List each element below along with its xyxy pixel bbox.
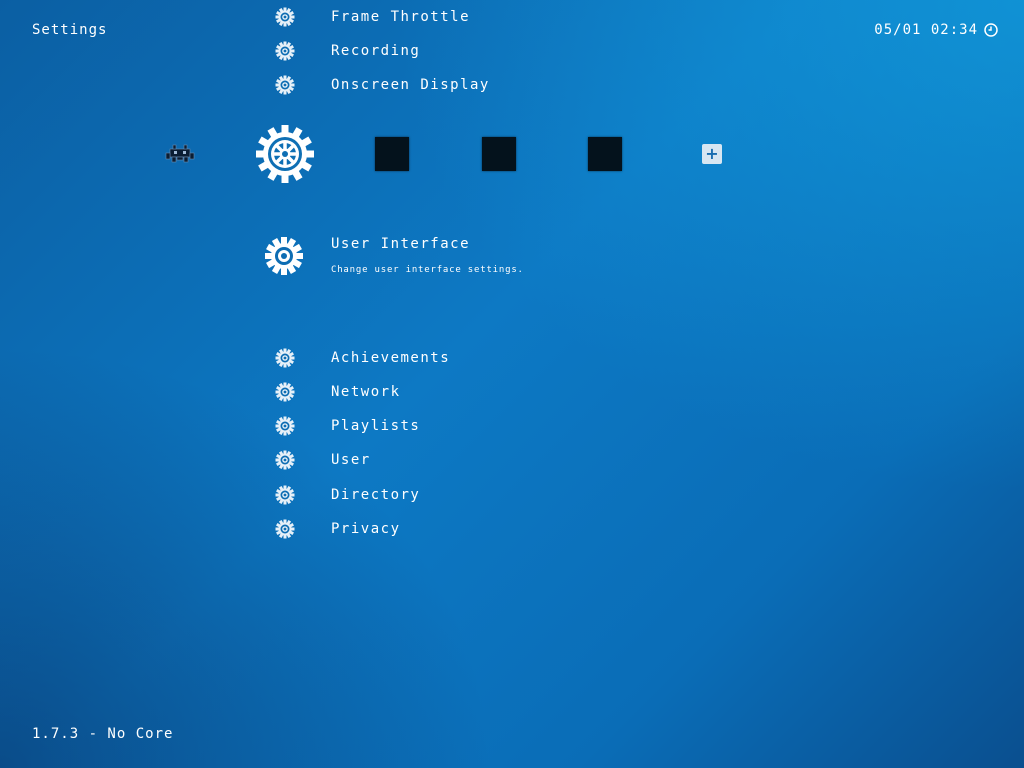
tab-images[interactable] (588, 137, 622, 171)
menu-item-sublabel: Change user interface settings. (331, 265, 524, 275)
menu-item-label: Network (331, 384, 401, 400)
menu-item-recording[interactable]: Recording (268, 37, 768, 65)
menu-item-icon (268, 341, 302, 375)
menu-item-icon (268, 478, 302, 512)
datetime-text: 05/01 02:34 (874, 22, 978, 38)
menu-item-label: Achievements (331, 350, 451, 366)
menu-item-icon (268, 409, 302, 443)
gear-icon (265, 237, 303, 275)
clock: 05/01 02:34 (874, 22, 998, 38)
gear-icon (275, 416, 295, 436)
menu-item-label: User Interface (331, 236, 471, 252)
menu-item-icon (268, 34, 302, 68)
gear-icon (275, 348, 295, 368)
menu-item-privacy[interactable]: Privacy (268, 515, 768, 543)
menu-item-icon (268, 512, 302, 546)
tab-settings[interactable] (255, 124, 315, 188)
version-label: 1.7.3 - No Core (32, 726, 174, 742)
menu-item-achievements[interactable]: Achievements (268, 344, 768, 372)
tab-history[interactable] (375, 137, 409, 171)
gear-icon (275, 519, 295, 539)
gear-icon (256, 125, 314, 183)
gear-icon (275, 485, 295, 505)
tab-favorites[interactable] (482, 137, 516, 171)
menu-item-label: Playlists (331, 418, 421, 434)
plus-icon: + (705, 144, 719, 163)
gear-icon (275, 382, 295, 402)
menu-item-label: Recording (331, 43, 421, 59)
menu-item-label: Privacy (331, 521, 401, 537)
gear-icon (275, 450, 295, 470)
clock-icon (984, 23, 998, 37)
menu-item-frame-throttle[interactable]: Frame Throttle (268, 3, 768, 31)
menu-item-onscreen-display[interactable]: Onscreen Display (268, 71, 768, 99)
menu-item-label: User (331, 452, 371, 468)
menu-item-icon (268, 68, 302, 102)
menu-item-user[interactable]: User (268, 446, 768, 474)
tab-add[interactable]: + (702, 144, 722, 164)
menu-item-network[interactable]: Network (268, 378, 768, 406)
menu-item-icon (268, 0, 302, 34)
menu-item-user-interface[interactable]: User Interface Change user interface set… (264, 234, 784, 284)
menu-item-icon (268, 443, 302, 477)
menu-item-label: Directory (331, 487, 421, 503)
invader-icon (165, 144, 195, 163)
gear-icon (275, 7, 295, 27)
page-title: Settings (32, 22, 108, 38)
menu-item-playlists[interactable]: Playlists (268, 412, 768, 440)
gear-icon (275, 41, 295, 61)
menu-item-label: Onscreen Display (331, 77, 490, 93)
menu-item-label: Frame Throttle (331, 9, 471, 25)
menu-item-icon (268, 375, 302, 409)
tab-main-menu[interactable] (164, 143, 196, 169)
gear-icon (275, 75, 295, 95)
menu-item-directory[interactable]: Directory (268, 481, 768, 509)
